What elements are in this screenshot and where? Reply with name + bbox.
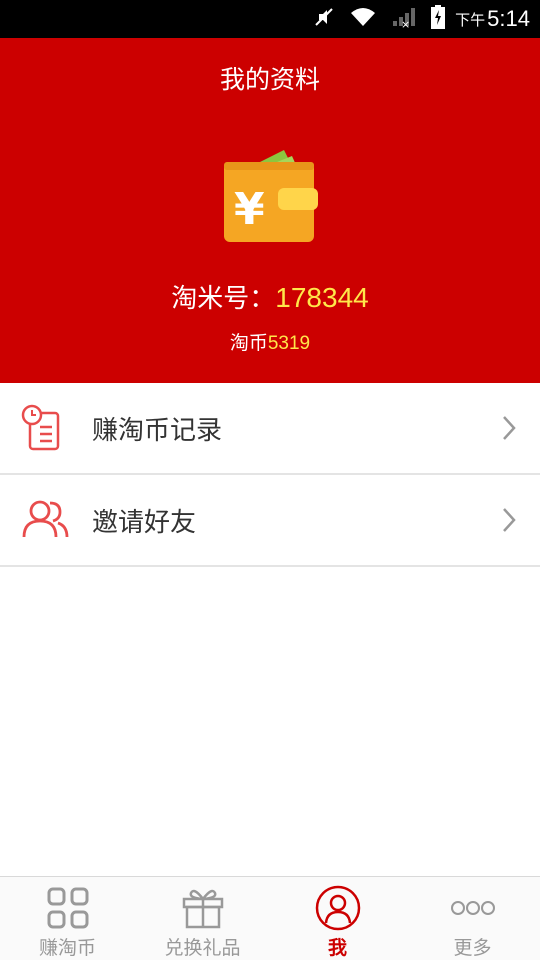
account-id-line: 淘米号：178344 <box>0 278 540 315</box>
mute-icon <box>313 6 335 32</box>
tab-label: 我 <box>327 937 347 959</box>
tab-me[interactable]: 我 <box>270 877 405 960</box>
account-id-value: 178344 <box>275 282 369 313</box>
person-icon <box>315 885 361 931</box>
svg-text:×: × <box>401 18 410 28</box>
page-title: 我的资料 <box>219 65 320 94</box>
users-icon <box>20 495 70 545</box>
wallet-icon: ¥ <box>222 146 320 246</box>
tab-label: 更多 <box>453 937 492 959</box>
grid-icon <box>45 885 91 931</box>
signal-icon: × <box>391 6 417 32</box>
status-bar: × 下午 5:14 <box>0 0 540 38</box>
bottom-tab-bar: 赚淘币 兑换礼品 我 更多 <box>0 876 540 960</box>
profile-header: 我的资料 ¥ 淘米号：178344 淘币5319 <box>0 38 540 383</box>
menu-item-label: 赚淘币记录 <box>92 415 223 446</box>
wifi-icon <box>349 6 377 32</box>
tab-redeem-gifts[interactable]: 兑换礼品 <box>135 877 270 960</box>
svg-text:¥: ¥ <box>234 184 265 235</box>
menu-item-label: 邀请好友 <box>92 507 197 538</box>
menu-list: 赚淘币记录 邀请好友 <box>0 383 540 567</box>
tab-earn-coins[interactable]: 赚淘币 <box>0 877 135 960</box>
battery-charging-icon <box>431 5 446 33</box>
menu-item-coin-records[interactable]: 赚淘币记录 <box>0 383 540 475</box>
clipboard-clock-icon <box>20 403 70 453</box>
chevron-right-icon <box>502 507 516 533</box>
clock-ampm: 下午 <box>455 10 486 29</box>
tab-label: 赚淘币 <box>38 937 96 959</box>
tab-more[interactable]: 更多 <box>405 877 540 960</box>
tab-label: 兑换礼品 <box>164 937 241 959</box>
account-id-label: 淘米号： <box>171 284 276 314</box>
coin-label: 淘币 <box>229 332 268 354</box>
coin-balance-line: 淘币5319 <box>0 328 540 355</box>
menu-item-invite-friends[interactable]: 邀请好友 <box>0 475 540 567</box>
clock-time: 5:14 <box>487 6 530 31</box>
more-dots-icon <box>450 885 496 931</box>
gift-icon <box>180 885 226 931</box>
coin-value: 5319 <box>267 333 311 354</box>
chevron-right-icon <box>502 415 516 441</box>
